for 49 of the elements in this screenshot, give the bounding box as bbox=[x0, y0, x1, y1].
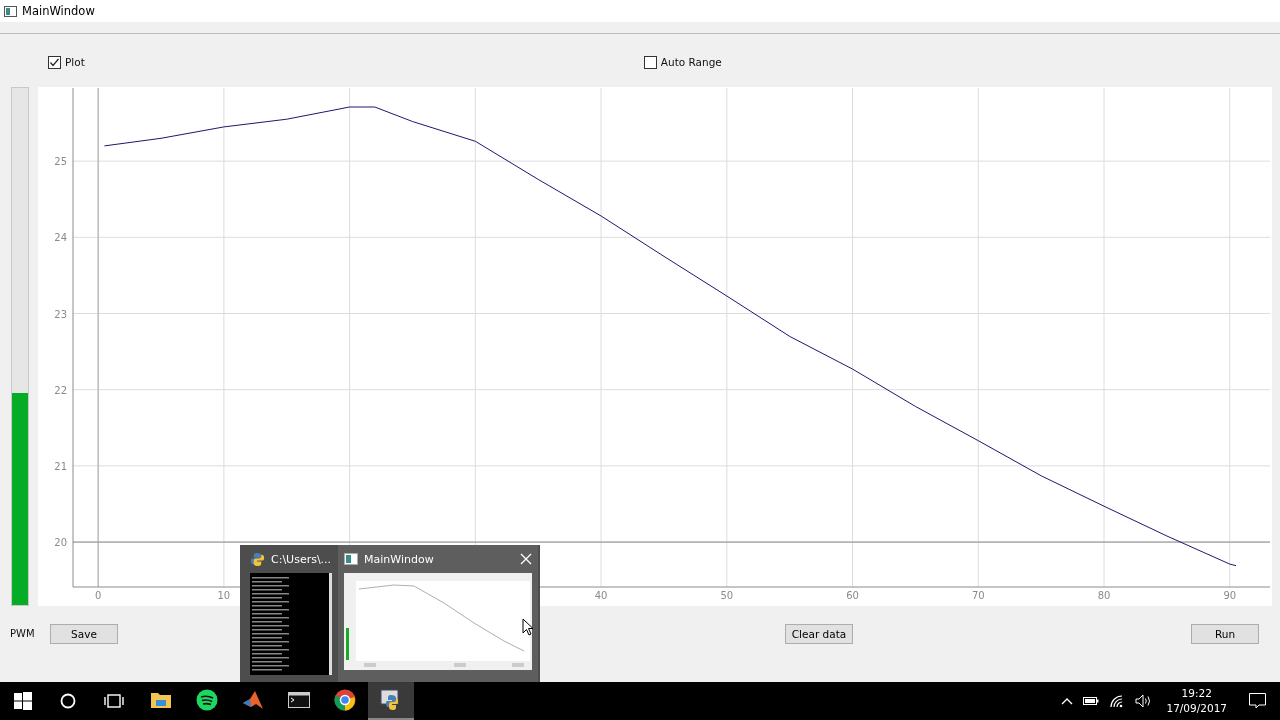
checkbox[interactable] bbox=[48, 55, 61, 69]
y-tick-label: 24 bbox=[54, 232, 67, 244]
search-icon[interactable] bbox=[60, 693, 76, 709]
x-tick-label: 0 bbox=[94, 590, 102, 601]
folder-icon bbox=[150, 691, 172, 709]
close-icon[interactable] bbox=[520, 553, 532, 565]
pwm-label: PWM bbox=[10, 628, 36, 639]
notification-icon[interactable] bbox=[1249, 693, 1266, 709]
x-tick-label: 60 bbox=[846, 590, 859, 601]
clear-data-button[interactable]: Clear data bbox=[785, 623, 853, 644]
checkbox-label[interactable]: Plot bbox=[65, 56, 85, 68]
python-window-icon bbox=[380, 689, 402, 711]
x-tick-label: 50 bbox=[720, 590, 734, 601]
checkbox-label[interactable]: Auto Range bbox=[660, 56, 722, 68]
time: 19:22 bbox=[1181, 686, 1212, 701]
preview-item[interactable]: MainWindow bbox=[338, 545, 538, 682]
preview-title: C:\Users\... bbox=[271, 552, 332, 566]
save-button[interactable]: Save bbox=[50, 623, 118, 644]
task-view-icon[interactable] bbox=[104, 694, 124, 708]
y-tick-label: 22 bbox=[54, 384, 67, 396]
x-tick-label: 40 bbox=[594, 590, 608, 601]
terminal-icon bbox=[288, 692, 310, 708]
window-title: MainWindow bbox=[22, 4, 95, 18]
battery-icon[interactable] bbox=[1083, 696, 1100, 706]
triangle-logo-icon bbox=[242, 690, 264, 710]
browser-icon bbox=[334, 689, 356, 711]
x-tick-label: 90 bbox=[1223, 590, 1237, 601]
y-tick-label: 25 bbox=[54, 156, 67, 168]
preview-title: MainWindow bbox=[364, 552, 434, 566]
taskbar-app[interactable] bbox=[368, 682, 414, 720]
clock[interactable]: 19:22 17/09/2017 bbox=[1166, 686, 1227, 716]
y-tick-label: 20 bbox=[54, 537, 67, 549]
date: 17/09/2017 bbox=[1166, 701, 1227, 716]
volume-icon[interactable] bbox=[1135, 694, 1153, 708]
preview-item[interactable]: C:\Users\... bbox=[244, 545, 338, 682]
run-button[interactable]: Run bbox=[1191, 623, 1259, 644]
windows-start-icon[interactable] bbox=[14, 692, 32, 710]
x-tick-label: 10 bbox=[217, 590, 231, 601]
checkbox[interactable] bbox=[643, 55, 657, 69]
x-tick-label: 80 bbox=[1097, 590, 1111, 601]
python-icon bbox=[250, 551, 265, 567]
chevron-up-icon[interactable] bbox=[1061, 697, 1074, 705]
cursor-icon bbox=[522, 618, 534, 636]
y-tick-label: 21 bbox=[54, 460, 67, 472]
window-icon bbox=[344, 553, 358, 565]
music-app-icon bbox=[196, 689, 218, 711]
y-tick-label: 23 bbox=[54, 308, 67, 320]
x-tick-label: 70 bbox=[971, 590, 985, 601]
window-icon bbox=[4, 5, 17, 17]
